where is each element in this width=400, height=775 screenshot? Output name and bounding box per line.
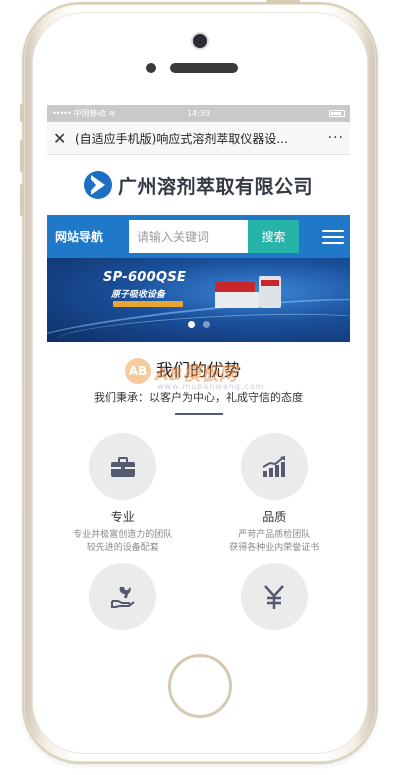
status-time: 14:39 (186, 109, 211, 118)
feature-icon-circle (89, 563, 157, 630)
phone-screen: ••••• 中国移动 ≋ 14:39 ✕ (自适应手机版)响应式溶剂萃取仪器设.… (47, 105, 350, 635)
volume-down-button (20, 184, 24, 216)
proximity-sensor (146, 63, 156, 73)
section-divider (174, 413, 223, 415)
slide-dot[interactable] (202, 321, 210, 328)
briefcase-icon (110, 456, 135, 477)
yen-icon (264, 584, 285, 609)
home-button[interactable] (168, 654, 232, 718)
feature-price[interactable] (199, 563, 351, 630)
feature-icon-circle (89, 433, 157, 500)
front-camera (193, 34, 207, 48)
more-icon[interactable]: ··· (322, 130, 344, 146)
slide-dot[interactable] (187, 321, 195, 328)
feature-icon-circle (240, 433, 308, 500)
site-header: 广州溶剂萃取有限公司 (47, 155, 350, 215)
earpiece-speaker (170, 63, 238, 73)
menu-icon[interactable] (322, 229, 344, 244)
feature-service[interactable] (47, 563, 199, 630)
feature-desc-line: 严苛产品质检团队 (238, 530, 311, 540)
search-button[interactable]: 搜索 (248, 220, 299, 253)
feature-name: 品质 (262, 510, 287, 524)
advantages-section: 我们的优势 我们秉承：以客户为中心，礼成守信的态度 AB AB模板网 www.m… (47, 342, 350, 630)
feature-professional[interactable]: 专业 专业并极富创造力的团队 较先进的设备配套 (47, 433, 199, 555)
hand-wrench-icon (110, 586, 135, 608)
hero-banner[interactable]: SP-600QSE 原子吸收设备 (47, 258, 350, 342)
status-bar: ••••• 中国移动 ≋ 14:39 (47, 105, 350, 122)
feature-desc: 专业并极富创造力的团队 较先进的设备配套 (73, 529, 172, 555)
navigation-bar: 网站导航 搜索 (47, 215, 350, 258)
power-button (266, 0, 300, 4)
feature-desc-line: 较先进的设备配套 (86, 543, 159, 553)
feature-desc-line: 专业并极富创造力的团队 (73, 530, 173, 540)
logo-icon[interactable] (83, 171, 112, 199)
close-icon[interactable]: ✕ (53, 129, 75, 148)
battery-icon (329, 110, 345, 117)
banner-model: SP-600QSE (103, 270, 187, 285)
chart-growth-icon (262, 455, 286, 477)
search-input[interactable] (129, 220, 248, 253)
silent-switch (20, 104, 24, 122)
feature-desc-line: 获得各种业内荣誉证书 (229, 543, 320, 553)
page-title: (自适应手机版)响应式溶剂萃取仪器设... (75, 131, 288, 146)
feature-name: 专业 (110, 510, 135, 524)
browser-title-bar: ✕ (自适应手机版)响应式溶剂萃取仪器设... ··· (47, 122, 350, 155)
site-nav-label[interactable]: 网站导航 (55, 228, 129, 245)
feature-desc: 严苛产品质检团队 获得各种业内荣誉证书 (229, 529, 319, 555)
instrument-image (215, 274, 289, 310)
volume-up-button (20, 140, 24, 172)
section-title: 我们的优势 (156, 361, 241, 381)
section-subtitle: 我们秉承：以客户为中心，礼成守信的态度 (94, 391, 303, 404)
banner-tagline-strip (113, 301, 183, 307)
advantages-grid: 专业 专业并极富创造力的团队 较先进的设备配套 品质 严苛产品质检团队 获得各种… (47, 433, 350, 630)
feature-quality[interactable]: 品质 严苛产品质检团队 获得各种业内荣誉证书 (199, 433, 351, 555)
banner-subtitle: 原子吸收设备 (111, 290, 166, 300)
feature-icon-circle (240, 563, 308, 630)
slide-indicators (47, 321, 350, 328)
company-name[interactable]: 广州溶剂萃取有限公司 (118, 172, 313, 199)
